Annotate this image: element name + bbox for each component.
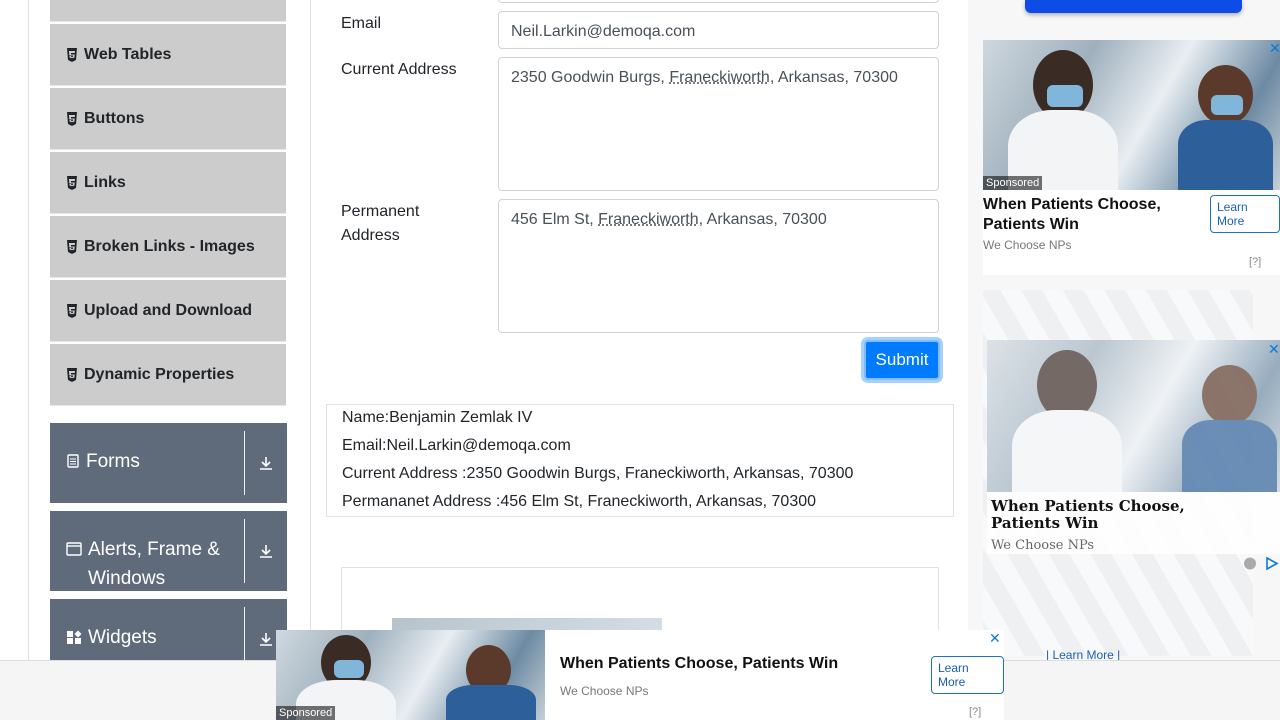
- ad-top-button[interactable]: [1025, 0, 1242, 13]
- ad-photo[interactable]: Sponsored: [276, 630, 545, 720]
- current-address-text-end: , Arkansas, 70300: [769, 69, 898, 86]
- permanent-address-text: 456 Elm St,: [511, 211, 599, 228]
- current-address-text: 2350 Goodwin Burgs,: [511, 69, 670, 86]
- sidebar-item-label: Dynamic Properties: [84, 365, 235, 383]
- expand-button[interactable]: [245, 511, 287, 591]
- sidebar-item-previous[interactable]: [50, 0, 286, 22]
- sidebar-item-label: Buttons: [84, 109, 145, 127]
- email-label: Email: [341, 15, 382, 32]
- bottom-ad[interactable]: Sponsored When Patients Choose, Patients…: [276, 630, 1004, 720]
- ad-source: We Choose NPs: [991, 538, 1095, 553]
- sponsored-label: Sponsored: [276, 706, 336, 720]
- email-field[interactable]: Neil.Larkin@demoqa.com: [498, 11, 939, 49]
- permanent-address-label: Permanent Address: [341, 200, 419, 248]
- output-current-address: Current Address :2350 Goodwin Burgs, Fra…: [342, 465, 854, 482]
- download-arrow-icon: [260, 545, 272, 558]
- download-arrow-icon: [260, 457, 272, 470]
- current-address-city: Franeckiworth: [669, 69, 770, 86]
- right-ad-top[interactable]: Sponsored ✕ When Patients Choose, Patien…: [983, 40, 1280, 275]
- sidebar-item-dynamic-properties[interactable]: Dynamic Properties: [50, 344, 286, 406]
- page-root: Web Tables Buttons Links Broken Links - …: [0, 0, 1280, 720]
- sidebar-group-forms[interactable]: Forms: [50, 423, 287, 503]
- html5-icon: [66, 175, 78, 190]
- ad-source: We Choose NPs: [560, 684, 649, 698]
- html5-icon: [66, 239, 78, 254]
- close-icon[interactable]: ✕: [1269, 40, 1280, 57]
- sidebar-item-buttons[interactable]: Buttons: [50, 88, 286, 150]
- ad-title[interactable]: When Patients Choose, Patients Win: [983, 195, 1203, 235]
- ad-title[interactable]: When Patients Choose, Patients Win: [991, 498, 1251, 532]
- group-divider: [244, 431, 245, 495]
- submit-button[interactable]: Submit: [864, 340, 940, 380]
- download-arrow-icon: [260, 633, 272, 646]
- ad-title[interactable]: When Patients Choose, Patients Win: [560, 654, 900, 674]
- close-icon[interactable]: ✕: [989, 630, 1001, 647]
- sidebar-item-web-tables[interactable]: Web Tables: [50, 24, 286, 86]
- output-email: Email:Neil.Larkin@demoqa.com: [342, 437, 571, 454]
- html5-icon: [66, 47, 78, 62]
- ad-info-link[interactable]: [?]: [969, 706, 981, 718]
- expand-button[interactable]: [245, 423, 287, 503]
- window-icon: [66, 542, 82, 556]
- sponsored-label: Sponsored: [983, 176, 1043, 190]
- group-divider: [244, 519, 245, 583]
- sidebar-item-broken-links[interactable]: Broken Links - Images: [50, 216, 286, 278]
- ad-photo[interactable]: [987, 340, 1280, 492]
- sidebar-item-label: Web Tables: [84, 45, 172, 63]
- previous-field-edge[interactable]: [498, 0, 939, 3]
- group-label: Widgets: [88, 627, 157, 648]
- left-divider: [28, 0, 29, 660]
- close-icon[interactable]: ✕: [1268, 341, 1280, 358]
- output-permanent-address: Permananet Address :456 Elm St, Franecki…: [342, 493, 817, 510]
- permanent-address-text-end: , Arkansas, 70300: [698, 211, 827, 228]
- output-box: Name:Benjamin Zemlak IV Email:Neil.Larki…: [326, 404, 954, 517]
- permanent-address-label-line1: Permanent: [341, 203, 420, 220]
- permanent-address-city: Franeckiworth: [598, 211, 699, 228]
- html5-icon: [66, 303, 78, 318]
- learn-more-button[interactable]: Learn More: [1210, 195, 1280, 233]
- center-divider: [310, 0, 311, 660]
- ad-source: We Choose NPs: [983, 238, 1072, 252]
- ad-info-link[interactable]: [?]: [1249, 256, 1261, 268]
- permanent-address-label-line2: Address: [341, 227, 400, 244]
- form-icon: [67, 454, 79, 468]
- learn-more-button[interactable]: Learn More: [931, 656, 1004, 694]
- adchoices-icon[interactable]: [1243, 556, 1280, 571]
- widgets-icon: [67, 630, 82, 644]
- sidebar-item-label: Upload and Download: [84, 301, 252, 319]
- sidebar-item-label: Links: [84, 173, 126, 191]
- permanent-address-textarea[interactable]: 456 Elm St, Franeckiworth, Arkansas, 703…: [498, 199, 939, 333]
- current-address-label: Current Address: [341, 61, 457, 78]
- group-label: Forms: [86, 451, 140, 472]
- ad-title-line1: When Patients Choose,: [983, 196, 1161, 213]
- ad-title-line2: Patients Win: [983, 216, 1079, 233]
- output-name: Name:Benjamin Zemlak IV: [342, 409, 533, 426]
- current-address-textarea[interactable]: 2350 Goodwin Burgs, Franeckiworth, Arkan…: [498, 57, 939, 191]
- html5-icon: [66, 111, 78, 126]
- group-label: Alerts, Frame & Windows: [88, 539, 220, 589]
- sidebar-group-alerts[interactable]: Alerts, Frame & Windows: [50, 511, 287, 591]
- ad-photo[interactable]: Sponsored: [983, 40, 1280, 190]
- html5-icon: [66, 367, 78, 382]
- sidebar-item-links[interactable]: Links: [50, 152, 286, 214]
- sidebar-item-label: Broken Links - Images: [84, 237, 255, 255]
- sidebar-item-upload-download[interactable]: Upload and Download: [50, 280, 286, 342]
